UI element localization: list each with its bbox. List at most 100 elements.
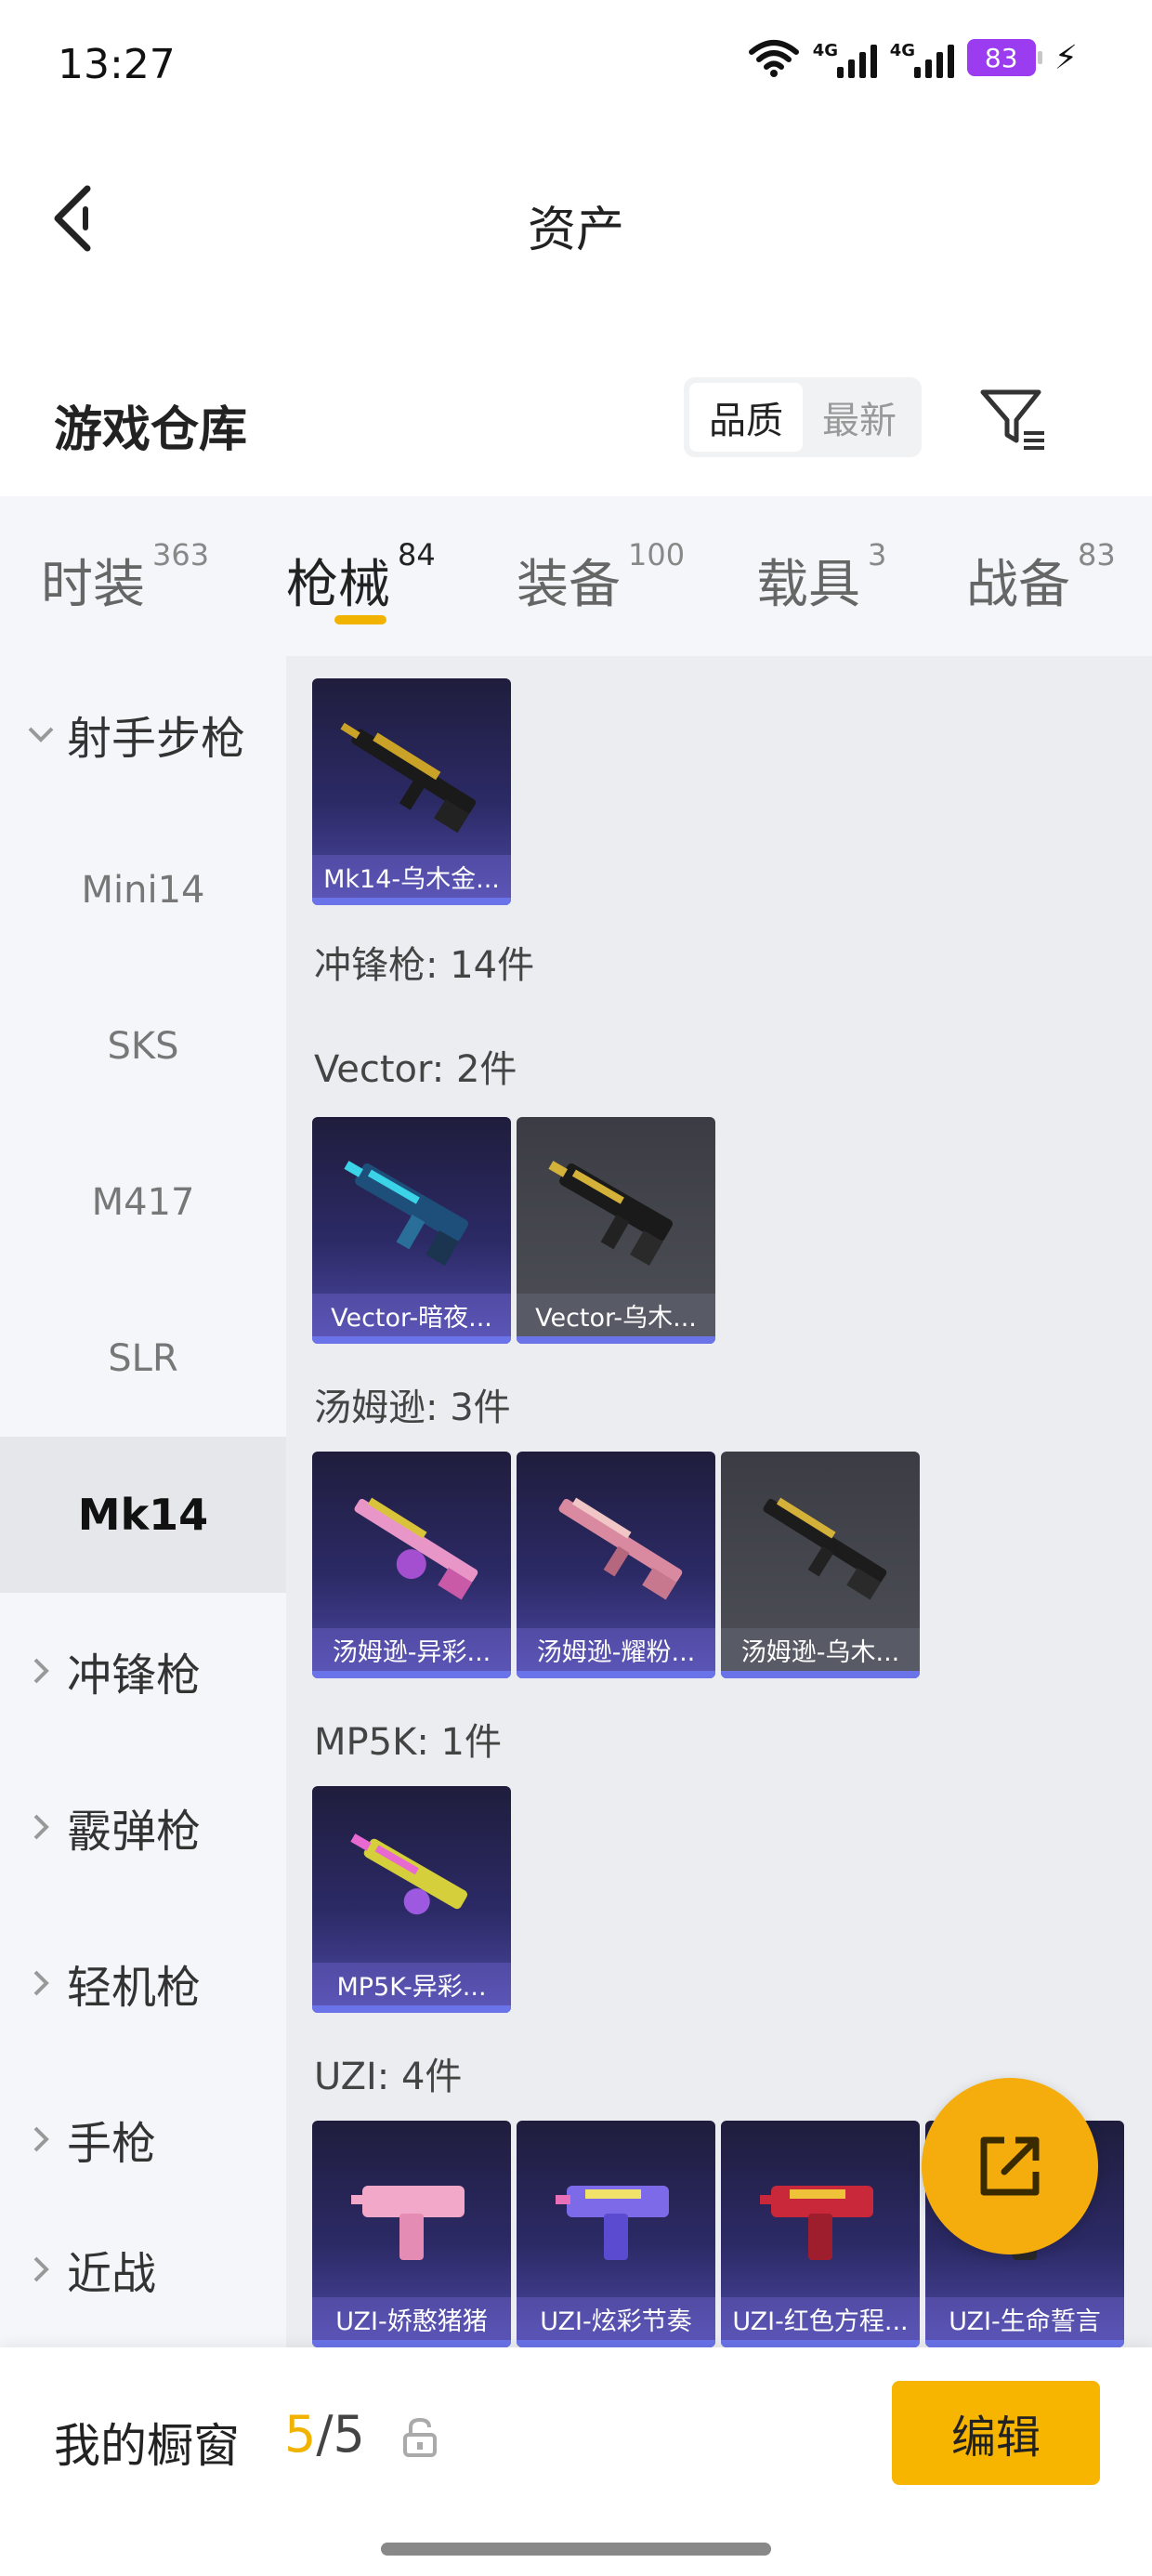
rarity-bar xyxy=(312,2340,511,2347)
item-card-vector[interactable]: Vector-乌木... xyxy=(517,1117,715,1344)
rarity-bar xyxy=(312,1671,511,1678)
item-card-mk14[interactable]: Mk14-乌木金... xyxy=(312,678,511,905)
edit-button[interactable]: 编辑 xyxy=(892,2381,1100,2485)
wifi-icon xyxy=(748,40,799,77)
sidebar-item-sks[interactable]: SKS xyxy=(0,968,286,1124)
sidebar-item-label: 手枪 xyxy=(67,2118,157,2170)
showcase-count: 5/5 xyxy=(284,2405,365,2464)
rarity-bar xyxy=(517,1671,715,1678)
item-name: Vector-乌木... xyxy=(517,1294,715,1336)
sidebar-item-mk14[interactable]: Mk14 xyxy=(0,1437,286,1593)
status-icons: 4G 4G 83 ⚡ xyxy=(748,37,1078,78)
sidebar-item-melee[interactable]: 近战 xyxy=(0,2191,286,2347)
weapon-type-sidebar: 射手步枪 Mini14 SKS M417 SLR Mk14 冲锋枪 霰弹枪 轻机… xyxy=(0,656,286,2347)
share-button[interactable] xyxy=(922,2078,1098,2254)
unlock-icon xyxy=(403,2417,437,2457)
showcase-bar: 我的橱窗 5/5 编辑 xyxy=(0,2347,1152,2576)
item-card-thompson[interactable]: 汤姆逊-异彩... xyxy=(312,1452,511,1678)
smg-skin-image xyxy=(344,1161,468,1266)
item-name: UZI-炫彩节奏 xyxy=(517,2297,715,2340)
signal-icon: 4G xyxy=(813,37,877,78)
uzi-skin-image xyxy=(556,2186,669,2260)
chevron-right-icon xyxy=(22,1968,59,1998)
sidebar-item-label: 轻机枪 xyxy=(67,1962,202,2014)
item-card-uzi[interactable]: UZI-娇憨猪猪 xyxy=(312,2121,511,2347)
uzi-skin-image xyxy=(351,2186,465,2260)
signal-label: 4G xyxy=(812,41,839,60)
sidebar-item-label: 霰弹枪 xyxy=(67,1806,202,1858)
sidebar-item-marksman-rifles[interactable]: 射手步枪 xyxy=(0,656,286,812)
tab-label: 枪械 xyxy=(286,555,390,615)
chevron-right-icon xyxy=(22,1656,59,1686)
smg-skin-image xyxy=(350,1833,467,1915)
chevron-right-icon xyxy=(22,2124,59,2154)
back-arrow-icon xyxy=(54,185,91,252)
item-card-mp5k[interactable]: MP5K-异彩... xyxy=(312,1786,511,2013)
tab-count: 83 xyxy=(1078,537,1116,572)
back-button[interactable] xyxy=(41,177,106,260)
active-tab-indicator xyxy=(334,615,386,624)
sidebar-item-shotguns[interactable]: 霰弹枪 xyxy=(0,1749,286,1905)
smg-skin-image xyxy=(558,1497,683,1600)
sidebar-item-label: 冲锋枪 xyxy=(67,1649,202,1702)
tab-firearms[interactable]: 枪械 84 xyxy=(286,537,436,618)
category-tabs: 时装 363 枪械 84 装备 100 载具 3 战备 83 xyxy=(0,496,1152,656)
sort-option-quality[interactable]: 品质 xyxy=(689,383,803,452)
item-name: Mk14-乌木金... xyxy=(312,855,511,898)
rarity-bar xyxy=(721,1671,920,1678)
group-label-vector: Vector: 2件 xyxy=(314,1048,517,1091)
item-card-thompson[interactable]: 汤姆逊-乌木... xyxy=(721,1452,920,1678)
status-time: 13:27 xyxy=(58,41,176,88)
group-label-mp5k: MP5K: 1件 xyxy=(314,1721,502,1764)
tab-label: 战备 xyxy=(966,555,1070,615)
rarity-bar xyxy=(925,2340,1124,2347)
sidebar-item-label: 射手步枪 xyxy=(67,713,246,765)
showcase-count-total: /5 xyxy=(316,2405,365,2464)
item-name: UZI-红色方程... xyxy=(721,2297,920,2340)
tab-fashion[interactable]: 时装 363 xyxy=(41,537,209,618)
tab-equipment[interactable]: 装备 100 xyxy=(517,537,685,618)
item-name: Vector-暗夜... xyxy=(312,1294,511,1336)
filter-button[interactable] xyxy=(975,383,1050,457)
item-card-thompson[interactable]: 汤姆逊-耀粉... xyxy=(517,1452,715,1678)
chevron-right-icon xyxy=(22,1812,59,1842)
rarity-bar xyxy=(312,1336,511,1344)
item-card-uzi[interactable]: UZI-红色方程... xyxy=(721,2121,920,2347)
status-bar: 13:27 4G 4G 83 ⚡ xyxy=(0,0,1152,139)
share-icon xyxy=(980,2136,1040,2196)
group-label-thompson: 汤姆逊: 3件 xyxy=(314,1387,511,1429)
tab-vehicles[interactable]: 载具 3 xyxy=(756,537,886,618)
sidebar-item-label: 近战 xyxy=(67,2248,157,2300)
rifle-skin-image xyxy=(340,722,477,834)
tab-count: 84 xyxy=(398,537,436,572)
tab-label: 时装 xyxy=(41,555,145,615)
sort-toggle: 品质 最新 xyxy=(684,377,922,457)
item-name: 汤姆逊-乌木... xyxy=(721,1628,920,1671)
item-name: UZI-娇憨猪猪 xyxy=(312,2297,511,2340)
sidebar-item-lmg[interactable]: 轻机枪 xyxy=(0,1905,286,2061)
item-card-vector[interactable]: Vector-暗夜... xyxy=(312,1117,511,1344)
rarity-bar xyxy=(721,2340,920,2347)
signal-label: 4G xyxy=(889,41,916,60)
home-indicator[interactable] xyxy=(381,2543,771,2556)
sidebar-item-slr[interactable]: SLR xyxy=(0,1281,286,1437)
sidebar-item-m417[interactable]: M417 xyxy=(0,1124,286,1281)
item-name: 汤姆逊-耀粉... xyxy=(517,1628,715,1671)
rarity-bar xyxy=(517,2340,715,2347)
sort-option-latest[interactable]: 最新 xyxy=(803,383,916,452)
tab-supplies[interactable]: 战备 83 xyxy=(966,537,1116,618)
item-name: 汤姆逊-异彩... xyxy=(312,1628,511,1671)
rarity-bar xyxy=(312,898,511,905)
sidebar-item-mini14[interactable]: Mini14 xyxy=(0,812,286,968)
rarity-bar xyxy=(312,2005,511,2013)
chevron-right-icon xyxy=(22,2254,59,2284)
sidebar-item-smg[interactable]: 冲锋枪 xyxy=(0,1593,286,1749)
tab-count: 3 xyxy=(868,537,887,572)
item-name: UZI-生命誓言 xyxy=(925,2297,1124,2340)
item-card-uzi[interactable]: UZI-炫彩节奏 xyxy=(517,2121,715,2347)
smg-skin-image xyxy=(354,1497,478,1600)
group-label-uzi: UZI: 4件 xyxy=(314,2056,463,2098)
battery-icon: 83 xyxy=(966,39,1042,76)
signal-icon: 4G xyxy=(890,37,954,78)
showcase-count-current: 5 xyxy=(284,2405,317,2464)
